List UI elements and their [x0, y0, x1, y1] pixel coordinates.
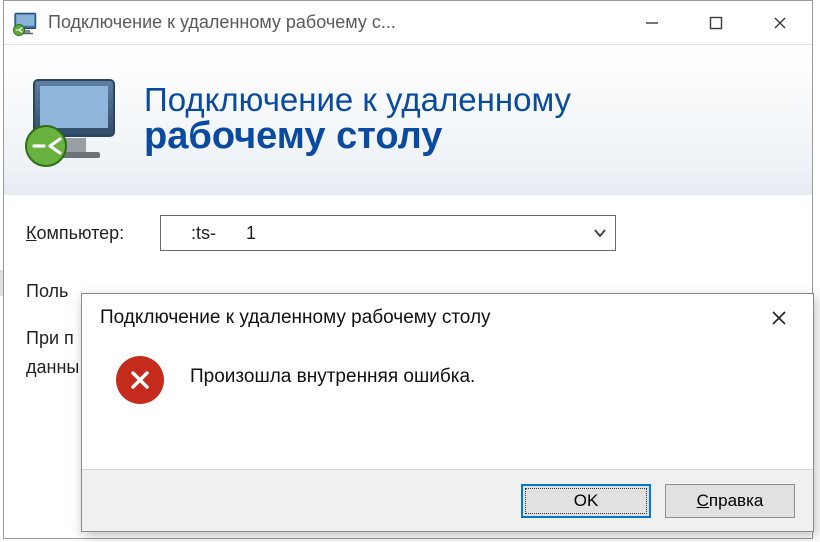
titlebar[interactable]: Подключение к удаленному рабочему с...	[4, 1, 812, 45]
dialog-button-row: OK Справка	[82, 469, 813, 531]
chevron-down-icon	[593, 226, 607, 240]
error-icon	[116, 356, 164, 404]
error-dialog: Подключение к удаленному рабочему столу …	[81, 293, 814, 532]
maximize-icon	[709, 16, 723, 30]
computer-label: Компьютер:	[26, 223, 146, 244]
close-button[interactable]	[748, 1, 812, 45]
ok-button-label: OK	[574, 491, 599, 511]
help-button-label: Справка	[697, 491, 764, 511]
close-icon	[770, 309, 788, 327]
ok-button[interactable]: OK	[521, 484, 651, 518]
window-title: Подключение к удаленному рабочему с...	[48, 12, 396, 33]
dialog-title: Подключение к удаленному рабочему столу	[100, 307, 757, 329]
dialog-message: Произошла внутренняя ошибка.	[190, 356, 475, 388]
close-icon	[773, 16, 787, 30]
banner-line2: рабочему столу	[144, 117, 571, 157]
banner-text: Подключение к удаленному рабочему столу	[144, 83, 571, 158]
computer-combo[interactable]: :ts- 1	[160, 215, 616, 251]
rdp-banner-icon	[22, 70, 132, 170]
rdp-app-icon	[12, 9, 40, 37]
minimize-button[interactable]	[620, 1, 684, 45]
help-button[interactable]: Справка	[665, 484, 795, 518]
banner-line1: Подключение к удаленному	[144, 83, 571, 118]
banner: Подключение к удаленному рабочему столу	[4, 45, 812, 195]
maximize-button[interactable]	[684, 1, 748, 45]
computer-value: :ts- 1	[191, 223, 256, 244]
dialog-titlebar[interactable]: Подключение к удаленному рабочему столу	[82, 294, 813, 342]
minimize-icon	[645, 16, 659, 30]
dialog-close-button[interactable]	[757, 298, 801, 338]
